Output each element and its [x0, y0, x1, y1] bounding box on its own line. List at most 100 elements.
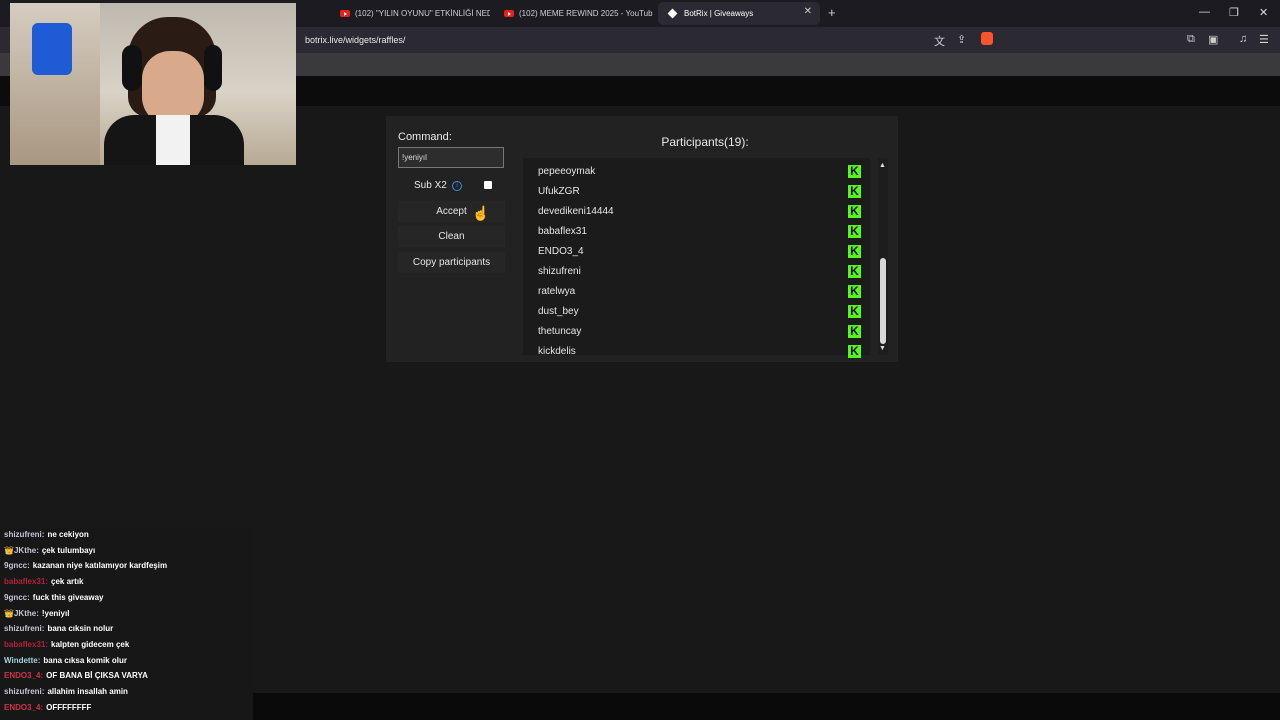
command-input[interactable]: [398, 147, 504, 168]
participant-name: dust_bey: [538, 306, 579, 317]
chat-message: ENDO3_4: OFFFFFFFF: [4, 703, 91, 712]
sub-x2-label: Sub X2: [414, 180, 447, 191]
chat-text: ne cekiyon: [47, 530, 89, 539]
participant-name: babaflex31: [538, 226, 587, 237]
participant-name: kickdelis: [538, 346, 576, 357]
kick-platform-icon: K: [848, 225, 861, 238]
chat-username: ENDO3_4:: [4, 702, 44, 712]
media-icon[interactable]: ♫: [1239, 33, 1247, 45]
chat-text: çek artık: [51, 577, 84, 587]
chat-message: 👑JKthe: çek tulumbayı: [4, 546, 95, 555]
chat-message: 9gncc: kazanan niye katılamıyor kardfeşim: [4, 561, 167, 570]
command-label: Command:: [398, 131, 452, 143]
chat-username: 9gncc:: [4, 561, 30, 571]
kick-platform-icon: K: [848, 245, 861, 258]
chat-message: 👑JKthe: !yeniyıl: [4, 609, 69, 618]
kick-platform-icon: K: [848, 165, 861, 178]
participant-row: thetuncay K: [538, 323, 868, 343]
headphone-right: [204, 45, 222, 91]
chat-message: babaflex31: kalpten gidecem çek: [4, 640, 129, 649]
chat-message: 9gncc: fuck this giveaway: [4, 593, 104, 602]
participant-row: shizufreni K: [538, 263, 868, 283]
chat-text: fuck this giveaway: [32, 592, 104, 602]
participant-name: devedikeni14444: [538, 206, 614, 217]
webcam-overlay: [10, 3, 296, 165]
participant-row: ENDO3_4 K: [538, 243, 868, 263]
kick-platform-icon: K: [848, 325, 861, 338]
new-tab-button[interactable]: +: [828, 5, 836, 20]
kick-platform-icon: K: [848, 285, 861, 298]
chat-username: babaflex31:: [4, 639, 49, 649]
blue-container: [32, 23, 72, 75]
tab-label: (102) MEME REWIND 2025 - YouTub: [519, 9, 653, 18]
chat-username: babaflex31:: [4, 577, 49, 587]
chat-text: kalpten gidecem çek: [51, 639, 130, 649]
shirt: [156, 115, 190, 165]
headphone-left: [122, 45, 142, 91]
kick-platform-icon: K: [848, 185, 861, 198]
kick-platform-icon: K: [848, 205, 861, 218]
chat-message: babaflex31: çek artık: [4, 577, 84, 586]
sub-x2-checkbox[interactable]: [484, 181, 492, 189]
info-icon[interactable]: i: [452, 181, 462, 191]
chat-username: Windette:: [4, 655, 41, 665]
scroll-down-arrow-icon[interactable]: ▼: [879, 345, 886, 352]
chat-username: shizufreni:: [4, 624, 45, 634]
share-icon[interactable]: ⇪: [957, 33, 966, 46]
hand-cursor-icon: ☝: [472, 205, 490, 221]
chat-username: shizufreni:: [4, 530, 45, 539]
participant-row: ratelwya K: [538, 283, 868, 303]
chat-message: shizufreni: bana cıksin nolur: [4, 624, 113, 633]
chat-text: kazanan niye katılamıyor kardfeşim: [32, 561, 168, 571]
participant-row: dust_bey K: [538, 303, 868, 323]
menu-icon[interactable]: ☰: [1259, 33, 1269, 46]
chat-username: shizufreni:: [4, 687, 45, 696]
minimize-icon[interactable]: —: [1199, 6, 1210, 18]
restore-icon[interactable]: ❐: [1229, 6, 1239, 19]
participant-row: kickdelis K: [538, 343, 868, 363]
url-text[interactable]: botrix.live/widgets/raffles/: [305, 35, 405, 45]
wallet-icon[interactable]: ▣: [1208, 33, 1218, 46]
chat-username: 9gncc:: [4, 592, 30, 602]
botrix-icon: [667, 8, 678, 19]
chat-text: !yeniyıl: [41, 608, 70, 618]
close-window-icon[interactable]: ✕: [1259, 6, 1268, 19]
chat-text: OFFFFFFFF: [46, 702, 92, 712]
chat-text: çek tulumbayı: [41, 545, 96, 555]
close-tab-icon[interactable]: ✕: [804, 6, 812, 17]
chat-username: ENDO3_4:: [4, 671, 44, 681]
youtube-icon: [340, 10, 350, 17]
chat-text: allahim insallah amin: [47, 687, 128, 696]
kick-platform-icon: K: [848, 265, 861, 278]
tab-label: (102) "YILIN OYUNU" ETKİNLİĞİ NED: [355, 9, 490, 18]
scrollbar-thumb[interactable]: [880, 258, 886, 344]
tab-yilin-oyunu[interactable]: (102) "YILIN OYUNU" ETKİNLİĞİ NED: [330, 2, 490, 25]
scroll-up-arrow-icon[interactable]: ▲: [879, 162, 886, 169]
participant-name: UfukZGR: [538, 186, 580, 197]
participant-name: pepeeoymak: [538, 166, 596, 177]
brave-shield-icon[interactable]: [981, 32, 993, 45]
bottom-bar: [253, 693, 1280, 720]
chat-username: 👑JKthe:: [4, 545, 39, 555]
chat-message: shizufreni: allahim insallah amin: [4, 687, 128, 696]
chat-message: ENDO3_4: OF BANA Bİ ÇIKSA VARYA: [4, 671, 148, 680]
chat-message: shizufreni: ne cekiyon: [4, 530, 89, 539]
clean-button[interactable]: Clean: [398, 226, 505, 247]
participant-row: pepeeoymak K: [538, 163, 868, 183]
chat-username: 👑JKthe:: [4, 608, 39, 618]
face: [142, 51, 204, 125]
participant-row: UfukZGR K: [538, 183, 868, 203]
participant-name: thetuncay: [538, 326, 582, 337]
participant-name: ENDO3_4: [538, 246, 584, 257]
participant-row: babaflex31 K: [538, 223, 868, 243]
participant-name: shizufreni: [538, 266, 581, 277]
tab-botrix-giveaways[interactable]: BotRix | Giveaways ✕: [658, 2, 820, 25]
participants-title: Participants(19):: [661, 135, 749, 149]
extensions-icon[interactable]: ⧉: [1187, 33, 1195, 46]
translate-icon[interactable]: 文: [934, 33, 945, 49]
chat-text: bana cıksin nolur: [47, 624, 114, 634]
youtube-icon: [504, 10, 514, 17]
tab-meme-rewind[interactable]: (102) MEME REWIND 2025 - YouTub: [494, 2, 654, 25]
tab-label: BotRix | Giveaways: [684, 9, 754, 18]
copy-participants-button[interactable]: Copy participants: [398, 252, 505, 273]
